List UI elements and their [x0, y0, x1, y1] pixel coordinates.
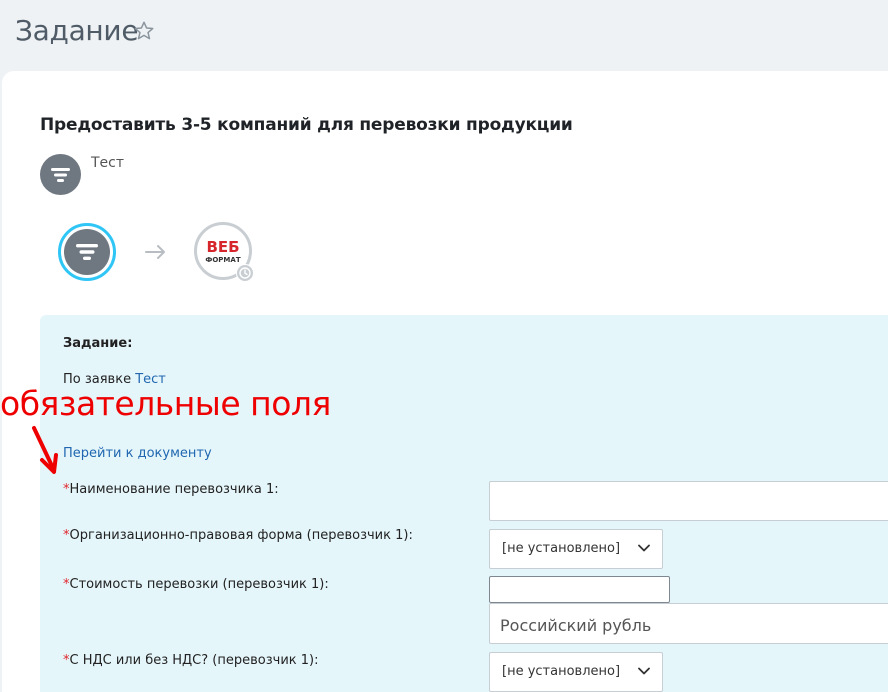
vat-select[interactable]: [не установлено] — [489, 652, 663, 692]
go-to-document-link[interactable]: Перейти к документу — [63, 446, 212, 461]
field-vat-label: *С НДС или без НДС? (перевозчик 1): — [63, 653, 319, 668]
annotation-arrow-icon — [32, 426, 58, 474]
currency-select[interactable]: Российский рубль — [489, 603, 888, 644]
page-header: Задание — [0, 0, 888, 64]
page-title: Задание — [15, 14, 139, 47]
filter-icon — [51, 168, 70, 182]
annotation-text: обязательные поля — [0, 384, 331, 423]
field-carrier-name-label: *Наименование перевозчика 1: — [63, 482, 279, 497]
field-cost-label: *Стоимость перевозки (перевозчик 1): — [63, 577, 329, 592]
vat-select-value: [не установлено] — [502, 664, 621, 679]
legal-form-select[interactable]: [не установлено] — [489, 529, 663, 569]
chevron-down-icon — [638, 544, 650, 552]
cost-input[interactable] — [489, 576, 670, 603]
logo-text-top: ВЕБ — [206, 238, 239, 256]
arrow-right-icon — [145, 245, 165, 259]
form-heading: Задание: — [63, 336, 133, 351]
chevron-down-icon — [638, 667, 650, 675]
author-avatar[interactable] — [40, 154, 81, 195]
filter-icon — [76, 244, 98, 260]
author-name[interactable]: Тест — [91, 155, 124, 171]
legal-form-select-value: [не установлено] — [502, 541, 621, 556]
currency-value: Российский рубль — [500, 616, 652, 635]
task-title: Предоставить 3-5 компаний для перевозки … — [40, 115, 573, 135]
logo-text-bottom: ФОРМАТ — [205, 256, 240, 264]
star-icon[interactable] — [133, 20, 155, 42]
carrier-name-input[interactable] — [489, 481, 888, 521]
clock-icon — [236, 264, 254, 282]
field-legal-form-label: *Организационно-правовая форма (перевозч… — [63, 528, 413, 543]
flow-from-avatar[interactable] — [58, 223, 116, 281]
